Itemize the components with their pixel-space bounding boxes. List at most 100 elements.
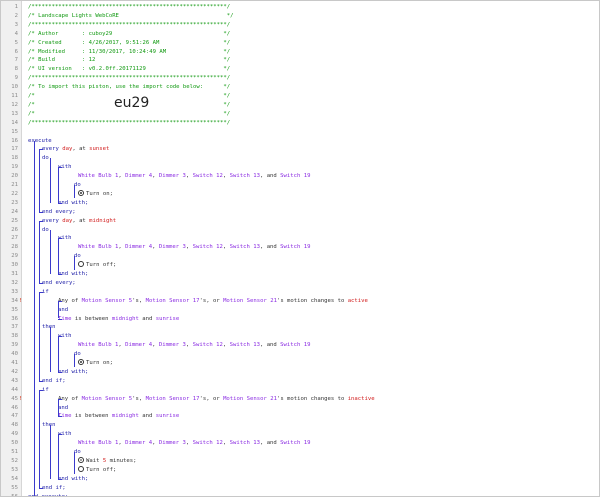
device-token[interactable]: White Bulb 1 <box>78 342 118 348</box>
device-token[interactable]: Dimmer 4 <box>125 173 152 179</box>
device-token[interactable]: Switch 13 <box>230 244 260 250</box>
code-text[interactable]: end if; <box>42 484 66 493</box>
code-text[interactable]: /* */ <box>28 110 230 119</box>
keyword[interactable]: do <box>42 155 49 161</box>
keyword[interactable]: end with; <box>58 271 88 277</box>
warning-marker[interactable]: ! <box>19 395 23 404</box>
code-text[interactable]: and <box>58 404 68 413</box>
device-token[interactable]: sunrise <box>156 413 180 419</box>
keyword[interactable]: then <box>42 324 55 330</box>
code-text[interactable]: do <box>74 181 81 190</box>
code-text[interactable]: White Bulb 1, Dimmer 4, Dimmer 3, Switch… <box>78 341 310 350</box>
value-token[interactable]: day <box>62 218 72 224</box>
code-text[interactable]: /***************************************… <box>28 74 230 83</box>
device-token[interactable]: Motion Sensor 17 <box>146 396 200 402</box>
keyword[interactable]: do <box>74 253 81 259</box>
keyword[interactable]: every <box>42 218 62 224</box>
keyword[interactable]: if <box>42 289 49 295</box>
keyword[interactable]: end with; <box>58 476 88 482</box>
code-text[interactable]: then <box>42 323 55 332</box>
code-text[interactable]: /* Landscape Lights WebCoRE */ <box>28 12 233 21</box>
device-token[interactable]: Switch 13 <box>230 173 260 179</box>
device-token[interactable]: Switch 12 <box>193 440 223 446</box>
device-token[interactable]: Dimmer 3 <box>159 173 186 179</box>
device-token[interactable]: Motion Sensor 17 <box>146 298 200 304</box>
device-token[interactable]: Motion Sensor 5 <box>82 396 133 402</box>
code-text[interactable]: /* Build : 12 */ <box>28 56 230 65</box>
keyword[interactable]: do <box>74 449 81 455</box>
code-text[interactable]: and <box>58 306 68 315</box>
device-token[interactable]: White Bulb 1 <box>78 244 118 250</box>
keyword[interactable]: and <box>58 405 68 411</box>
device-token[interactable]: sunrise <box>156 316 180 322</box>
code-text[interactable]: /* UI version : v0.2.0ff.20171129 */ <box>28 65 230 74</box>
piston-code-editor[interactable]: 1 /**************************************… <box>0 0 600 497</box>
device-token[interactable]: Motion Sensor 21 <box>223 396 277 402</box>
device-token[interactable]: Dimmer 4 <box>125 440 152 446</box>
code-text[interactable]: /* Author : cuboy29 */ <box>28 30 230 39</box>
keyword[interactable]: every <box>42 146 62 152</box>
device-token[interactable]: Motion Sensor 5 <box>82 298 133 304</box>
device-token[interactable]: White Bulb 1 <box>78 440 118 446</box>
code-text[interactable]: Wait 5 minutes; <box>78 456 137 466</box>
code-text[interactable]: /***************************************… <box>28 3 230 12</box>
device-token[interactable]: midnight <box>112 316 139 322</box>
device-token[interactable]: Motion Sensor 21 <box>223 298 277 304</box>
keyword[interactable]: end every; <box>42 280 76 286</box>
code-text[interactable]: /* Modified : 11/30/2017, 10:24:49 AM */ <box>28 48 230 57</box>
code-text[interactable]: Any of Motion Sensor 5's, Motion Sensor … <box>58 297 368 306</box>
keyword[interactable]: end if; <box>42 378 66 384</box>
device-token[interactable]: Dimmer 3 <box>159 244 186 250</box>
device-token[interactable]: Switch 13 <box>230 440 260 446</box>
code-text[interactable]: Turn off; <box>78 465 116 475</box>
code-text[interactable]: /***************************************… <box>28 119 230 128</box>
code-text[interactable]: then <box>42 421 55 430</box>
code-text[interactable]: execute <box>28 137 52 146</box>
code-text[interactable]: every day, at midnight <box>42 217 116 226</box>
device-token[interactable]: Switch 12 <box>193 342 223 348</box>
code-text[interactable]: end with; <box>58 368 88 377</box>
keyword[interactable]: and <box>58 307 68 313</box>
value-token[interactable]: midnight <box>89 218 116 224</box>
code-text[interactable]: end with; <box>58 270 88 279</box>
code-text[interactable]: Turn off; <box>78 261 116 270</box>
value-token[interactable]: active <box>348 298 368 304</box>
device-token[interactable]: Dimmer 3 <box>159 342 186 348</box>
code-text[interactable]: end with; <box>58 199 88 208</box>
code-text[interactable]: do <box>74 448 81 457</box>
code-text[interactable]: /* Created : 4/26/2017, 9:51:26 AM */ <box>28 39 230 48</box>
device-token[interactable]: midnight <box>112 413 139 419</box>
keyword[interactable]: end with; <box>58 200 88 206</box>
keyword[interactable]: do <box>74 351 81 357</box>
code-text[interactable]: end with; <box>58 475 88 484</box>
value-token[interactable]: inactive <box>348 396 375 402</box>
device-token[interactable]: Dimmer 4 <box>125 342 152 348</box>
code-text[interactable]: /* To import this piston, use the import… <box>28 83 230 92</box>
code-text[interactable]: White Bulb 1, Dimmer 4, Dimmer 3, Switch… <box>78 172 310 181</box>
code-text[interactable]: Turn on; <box>78 189 113 199</box>
code-text[interactable]: end every; <box>42 208 76 217</box>
value-token[interactable]: sunset <box>89 146 109 152</box>
device-token[interactable]: Dimmer 4 <box>125 244 152 250</box>
device-token[interactable]: Switch 13 <box>230 342 260 348</box>
code-text[interactable]: do <box>42 226 49 235</box>
device-token[interactable]: Switch 12 <box>193 173 223 179</box>
code-text[interactable]: do <box>74 252 81 261</box>
code-text[interactable]: White Bulb 1, Dimmer 4, Dimmer 3, Switch… <box>78 243 310 252</box>
code-text[interactable]: end every; <box>42 279 76 288</box>
code-text[interactable]: Any of Motion Sensor 5's, Motion Sensor … <box>58 395 375 404</box>
value-token[interactable]: day <box>62 146 72 152</box>
keyword[interactable]: execute <box>28 138 52 144</box>
device-token[interactable]: Switch 19 <box>280 173 310 179</box>
warning-marker[interactable]: ! <box>19 297 23 306</box>
device-token[interactable]: Switch 12 <box>193 244 223 250</box>
device-token[interactable]: Dimmer 3 <box>159 440 186 446</box>
keyword[interactable]: end with; <box>58 369 88 375</box>
keyword[interactable]: do <box>42 227 49 233</box>
code-text[interactable]: White Bulb 1, Dimmer 4, Dimmer 3, Switch… <box>78 439 310 448</box>
code-text[interactable]: Time is between midnight and sunrise <box>58 412 179 421</box>
code-text[interactable]: Time is between midnight and sunrise <box>58 315 179 324</box>
keyword[interactable]: end every; <box>42 209 76 215</box>
code-text[interactable]: do <box>42 154 49 163</box>
keyword[interactable]: then <box>42 422 55 428</box>
